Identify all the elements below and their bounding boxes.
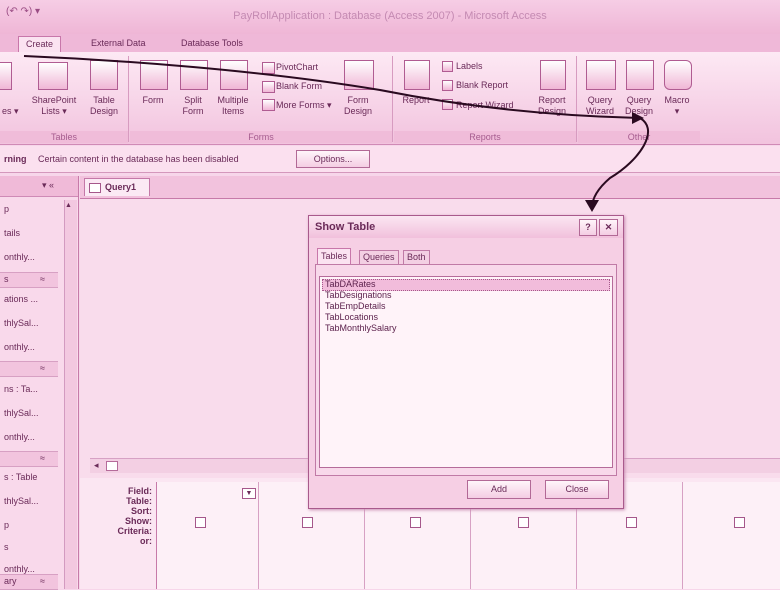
arrow-path — [23, 55, 650, 209]
arrow-head — [585, 200, 599, 212]
annotation-arrow — [23, 55, 650, 212]
arrow-head — [632, 112, 644, 124]
